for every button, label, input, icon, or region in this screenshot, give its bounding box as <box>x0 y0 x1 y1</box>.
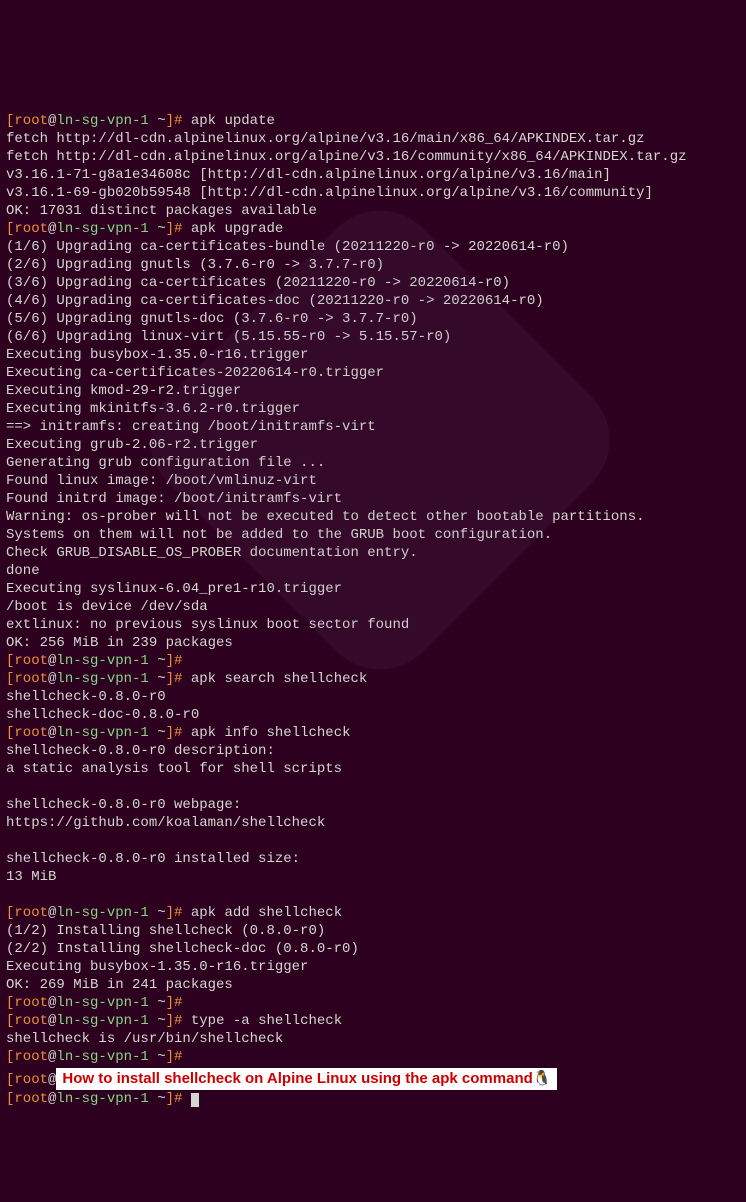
output-line: (2/2) Installing shellcheck-doc (0.8.0-r… <box>6 941 359 957</box>
terminal-output: [root@ln-sg-vpn-1 ~]# apk update fetch h… <box>6 112 740 1108</box>
output-line: Generating grub configuration file ... <box>6 455 325 471</box>
output-line: fetch http://dl-cdn.alpinelinux.org/alpi… <box>6 131 645 147</box>
prompt-bracket: [ <box>6 1091 14 1107</box>
output-line: /boot is device /dev/sda <box>6 599 208 615</box>
prompt-user: root <box>14 1013 48 1029</box>
prompt-host: ln-sg-vpn-1 <box>56 653 148 669</box>
prompt-at: @ <box>48 1049 56 1065</box>
output-line: Systems on them will not be added to the… <box>6 527 552 543</box>
output-line: (6/6) Upgrading linux-virt (5.15.55-r0 -… <box>6 329 451 345</box>
command-text: apk upgrade <box>191 221 283 237</box>
output-line: done <box>6 563 40 579</box>
tutorial-banner: How to install shellcheck on Alpine Linu… <box>56 1068 557 1090</box>
output-line: Executing busybox-1.35.0-r16.trigger <box>6 347 308 363</box>
output-line: (2/6) Upgrading gnutls (3.7.6-r0 -> 3.7.… <box>6 257 384 273</box>
prompt-path: ~ <box>149 1091 166 1107</box>
output-line: v3.16.1-69-gb020b59548 [http://dl-cdn.al… <box>6 185 653 201</box>
prompt-bracket: ]# <box>166 653 191 669</box>
prompt-host: ln-sg-vpn-1 <box>56 1091 148 1107</box>
cursor <box>191 1093 199 1107</box>
output-line: ==> initramfs: creating /boot/initramfs-… <box>6 419 376 435</box>
prompt-host: ln-sg-vpn-1 <box>56 221 148 237</box>
output-line: shellcheck-0.8.0-r0 webpage: <box>6 797 241 813</box>
output-line: (1/2) Installing shellcheck (0.8.0-r0) <box>6 923 325 939</box>
prompt-bracket: ]# <box>166 1013 191 1029</box>
output-line: shellcheck-0.8.0-r0 <box>6 689 166 705</box>
output-line: Warning: os-prober will not be executed … <box>6 509 645 525</box>
prompt-path: ~ <box>149 671 166 687</box>
prompt-path: ~ <box>149 905 166 921</box>
prompt-path: ~ <box>149 1013 166 1029</box>
output-line: v3.16.1-71-g8a1e34608c [http://dl-cdn.al… <box>6 167 611 183</box>
output-line: Executing mkinitfs-3.6.2-r0.trigger <box>6 401 300 417</box>
output-line: shellcheck-doc-0.8.0-r0 <box>6 707 199 723</box>
prompt-bracket: ]# <box>166 221 191 237</box>
output-line: shellcheck-0.8.0-r0 installed size: <box>6 851 300 867</box>
output-line: shellcheck is /usr/bin/shellcheck <box>6 1031 283 1047</box>
command-text: apk search shellcheck <box>191 671 367 687</box>
prompt-path: ~ <box>149 113 166 129</box>
prompt-user: root <box>14 905 48 921</box>
command-text: type -a shellcheck <box>191 1013 342 1029</box>
output-line: (5/6) Upgrading gnutls-doc (3.7.6-r0 -> … <box>6 311 418 327</box>
command-text: apk info shellcheck <box>191 725 351 741</box>
prompt-at: @ <box>48 1013 56 1029</box>
output-line: OK: 256 MiB in 239 packages <box>6 635 233 651</box>
prompt-user: root <box>14 1072 48 1088</box>
output-line: (3/6) Upgrading ca-certificates (2021122… <box>6 275 510 291</box>
prompt-path: ~ <box>149 1049 166 1065</box>
prompt-bracket: ]# <box>166 725 191 741</box>
prompt-bracket: [ <box>6 1013 14 1029</box>
prompt-user: root <box>14 725 48 741</box>
output-line: Executing grub-2.06-r2.trigger <box>6 437 258 453</box>
prompt-host: ln-sg-vpn-1 <box>56 1049 148 1065</box>
prompt-user: root <box>14 671 48 687</box>
output-line: OK: 269 MiB in 241 packages <box>6 977 233 993</box>
prompt-bracket: ]# <box>166 113 191 129</box>
output-line: (1/6) Upgrading ca-certificates-bundle (… <box>6 239 569 255</box>
output-line: extlinux: no previous syslinux boot sect… <box>6 617 409 633</box>
output-line: Found initrd image: /boot/initramfs-virt <box>6 491 342 507</box>
output-line: a static analysis tool for shell scripts <box>6 761 342 777</box>
prompt-host: ln-sg-vpn-1 <box>56 1013 148 1029</box>
output-line: OK: 17031 distinct packages available <box>6 203 317 219</box>
output-line: Check GRUB_DISABLE_OS_PROBER documentati… <box>6 545 418 561</box>
prompt-host: ln-sg-vpn-1 <box>56 995 148 1011</box>
prompt-path: ~ <box>149 995 166 1011</box>
prompt-at: @ <box>48 1091 56 1107</box>
output-line: Found linux image: /boot/vmlinuz-virt <box>6 473 317 489</box>
prompt-bracket: [ <box>6 1049 14 1065</box>
prompt-host: ln-sg-vpn-1 <box>56 905 148 921</box>
prompt-bracket: ]# <box>166 671 191 687</box>
prompt-host: ln-sg-vpn-1 <box>56 725 148 741</box>
output-line: Executing syslinux-6.04_pre1-r10.trigger <box>6 581 342 597</box>
prompt-path: ~ <box>149 725 166 741</box>
prompt-bracket: ]# <box>166 995 191 1011</box>
output-line: (4/6) Upgrading ca-certificates-doc (202… <box>6 293 544 309</box>
prompt-bracket: ]# <box>166 1049 191 1065</box>
output-line: https://github.com/koalaman/shellcheck <box>6 815 325 831</box>
prompt-user: root <box>14 653 48 669</box>
output-line: Executing ca-certificates-20220614-r0.tr… <box>6 365 384 381</box>
prompt-user: root <box>14 221 48 237</box>
prompt-path: ~ <box>149 653 166 669</box>
prompt-host: ln-sg-vpn-1 <box>56 113 148 129</box>
output-line: fetch http://dl-cdn.alpinelinux.org/alpi… <box>6 149 687 165</box>
prompt-bracket: ]# <box>166 905 191 921</box>
output-line: shellcheck-0.8.0-r0 description: <box>6 743 275 759</box>
output-line: Executing kmod-29-r2.trigger <box>6 383 241 399</box>
prompt-user: root <box>14 113 48 129</box>
prompt-host: ln-sg-vpn-1 <box>56 671 148 687</box>
output-line: 13 MiB <box>6 869 56 885</box>
output-line: Executing busybox-1.35.0-r16.trigger <box>6 959 308 975</box>
prompt-at: @ <box>48 1072 56 1088</box>
prompt-bracket: ]# <box>166 1091 191 1107</box>
command-text: apk update <box>191 113 275 129</box>
prompt-user: root <box>14 1091 48 1107</box>
prompt-user: root <box>14 995 48 1011</box>
command-text: apk add shellcheck <box>191 905 342 921</box>
prompt-bracket: [ <box>6 1072 14 1088</box>
prompt-user: root <box>14 1049 48 1065</box>
prompt-path: ~ <box>149 221 166 237</box>
